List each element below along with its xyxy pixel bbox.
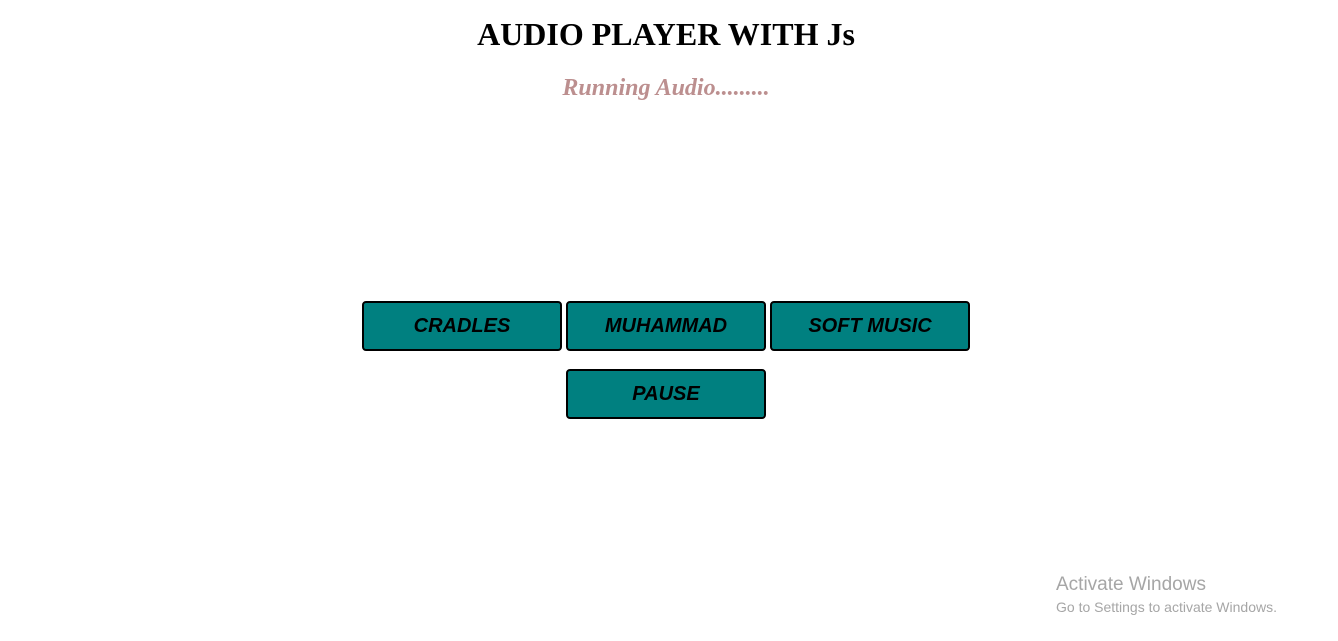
soft-music-button[interactable]: SOFT MUSIC: [770, 301, 970, 351]
watermark-title: Activate Windows: [1056, 574, 1206, 595]
cradles-button[interactable]: CRADLES: [362, 301, 562, 351]
muhammad-button[interactable]: MUHAMMAD: [566, 301, 766, 351]
windows-activation-watermark: Activate Windows Go to Settings to activ…: [1056, 573, 1277, 617]
pause-button[interactable]: PAUSE: [566, 369, 766, 419]
page-title: AUDIO PLAYER WITH Js: [477, 16, 855, 52]
watermark-subtitle: Go to Settings to activate Windows.: [1056, 599, 1277, 615]
status-text: Running Audio.........: [562, 75, 770, 101]
